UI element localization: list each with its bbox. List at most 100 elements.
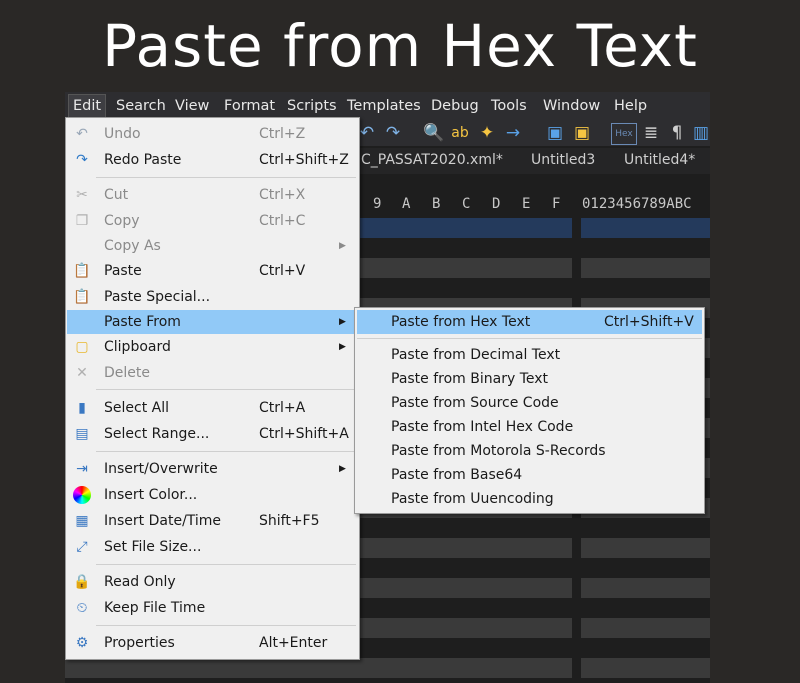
- submenu-arrow-icon: ▶: [339, 241, 346, 251]
- undo-shortcut: Ctrl+Z: [259, 126, 306, 142]
- hex-mode-icon[interactable]: Hex: [611, 123, 637, 145]
- tab-passat[interactable]: C_PASSAT2020.xml*: [361, 152, 503, 168]
- source-code-label: Paste from Source Code: [391, 395, 559, 411]
- replace-icon[interactable]: ab: [450, 123, 470, 143]
- menu-item-clipboard[interactable]: ▢ Clipboard ▶: [67, 335, 358, 359]
- redo-tool-icon[interactable]: ↷: [383, 123, 403, 143]
- menu-item-redo[interactable]: ↷ Redo Paste Ctrl+Shift+Z: [67, 148, 358, 172]
- page-title: Paste from Hex Text: [102, 12, 698, 80]
- menu-edit[interactable]: Edit: [68, 94, 107, 118]
- find-files-icon[interactable]: ✦: [477, 123, 497, 143]
- decimal-text-label: Paste from Decimal Text: [391, 347, 561, 363]
- hex-col-9: 9: [373, 196, 382, 212]
- submenu-item-intel-hex[interactable]: Paste from Intel Hex Code: [357, 415, 702, 439]
- intel-hex-label: Paste from Intel Hex Code: [391, 419, 574, 435]
- select-range-icon: ▤: [75, 426, 89, 442]
- menu-window[interactable]: Window: [539, 95, 604, 117]
- keep-file-time-label: Keep File Time: [104, 600, 206, 616]
- tab-untitled4[interactable]: Untitled4*: [624, 152, 695, 168]
- menu-format[interactable]: Format: [220, 95, 279, 117]
- cut-label: Cut: [104, 187, 129, 203]
- menu-item-paste-special[interactable]: 📋 Paste Special...: [67, 285, 358, 309]
- properties-icon: ⚙: [75, 635, 89, 651]
- clipboard-icon: ▢: [75, 339, 89, 355]
- copy-as-label: Copy As: [104, 238, 161, 254]
- undo-tool-icon[interactable]: ↶: [357, 123, 377, 143]
- clipboard-paste-icon: 📋: [73, 263, 91, 279]
- menu-search[interactable]: Search: [112, 95, 170, 117]
- menu-item-undo[interactable]: ↶ Undo Ctrl+Z: [67, 122, 358, 146]
- submenu-item-decimal-text[interactable]: Paste from Decimal Text: [357, 343, 702, 367]
- hex-col-b: B: [432, 196, 441, 212]
- properties-shortcut: Alt+Enter: [259, 635, 328, 651]
- redo-label: Redo Paste: [104, 152, 182, 168]
- bookmark-next-icon[interactable]: ▣: [572, 123, 592, 143]
- menu-item-cut[interactable]: ✂ Cut Ctrl+X: [67, 183, 358, 207]
- separator: [96, 389, 356, 390]
- redo-shortcut: Ctrl+Shift+Z: [259, 152, 349, 168]
- menu-item-insert-datetime[interactable]: ▦ Insert Date/Time Shift+F5: [67, 509, 358, 533]
- submenu-item-binary-text[interactable]: Paste from Binary Text: [357, 367, 702, 391]
- menu-item-delete[interactable]: ✕ Delete: [67, 361, 358, 385]
- separator: [96, 625, 356, 626]
- insert-datetime-label: Insert Date/Time: [104, 513, 222, 529]
- pilcrow-icon[interactable]: ¶: [667, 123, 687, 143]
- find-icon[interactable]: 🔍: [423, 123, 444, 143]
- menu-item-copy-as[interactable]: Copy As ▶: [67, 234, 358, 258]
- properties-label: Properties: [104, 635, 175, 651]
- tab-untitled3[interactable]: Untitled3: [531, 152, 595, 168]
- delete-label: Delete: [104, 365, 150, 381]
- menu-debug[interactable]: Debug: [427, 95, 483, 117]
- base64-label: Paste from Base64: [391, 467, 523, 483]
- submenu-item-uuencoding[interactable]: Paste from Uuencoding: [357, 487, 702, 511]
- menu-templates[interactable]: Templates: [343, 95, 425, 117]
- undo-icon: ↶: [76, 126, 88, 142]
- paste-label: Paste: [104, 263, 142, 279]
- ascii-header: 0123456789ABC: [582, 196, 692, 212]
- menu-item-insert-color[interactable]: Insert Color...: [67, 483, 358, 507]
- columns-icon[interactable]: ▥: [691, 123, 710, 143]
- menu-item-insert-overwrite[interactable]: ⇥ Insert/Overwrite ▶: [67, 457, 358, 481]
- menu-help[interactable]: Help: [610, 95, 651, 117]
- menu-item-copy[interactable]: ❐ Copy Ctrl+C: [67, 209, 358, 233]
- wrap-icon[interactable]: ≣: [641, 123, 661, 143]
- submenu-item-hex-text[interactable]: Paste from Hex Text Ctrl+Shift+V: [357, 310, 702, 334]
- cut-shortcut: Ctrl+X: [259, 187, 306, 203]
- menu-view[interactable]: View: [171, 95, 213, 117]
- copy-shortcut: Ctrl+C: [259, 213, 306, 229]
- keep-time-icon: ⏲: [76, 600, 88, 616]
- menu-item-keep-file-time[interactable]: ⏲ Keep File Time: [67, 596, 358, 620]
- hex-col-c: C: [462, 196, 471, 212]
- menu-item-paste[interactable]: 📋 Paste Ctrl+V: [67, 259, 358, 283]
- menu-item-read-only[interactable]: 🔒 Read Only: [67, 570, 358, 594]
- separator: [96, 451, 356, 452]
- hex-row[interactable]: [65, 658, 710, 678]
- insert-overwrite-icon: ⇥: [76, 461, 88, 477]
- menu-scripts[interactable]: Scripts: [283, 95, 341, 117]
- menu-item-set-file-size[interactable]: ⤢ Set File Size...: [67, 535, 358, 559]
- lock-icon: 🔒: [73, 574, 91, 590]
- submenu-item-motorola[interactable]: Paste from Motorola S-Records: [357, 439, 702, 463]
- separator: [96, 564, 356, 565]
- menubar: Edit Search View Format Scripts Template…: [65, 92, 710, 118]
- submenu-item-source-code[interactable]: Paste from Source Code: [357, 391, 702, 415]
- menu-tools[interactable]: Tools: [487, 95, 531, 117]
- clipboard-label: Clipboard: [104, 339, 171, 355]
- bookmark-icon[interactable]: ▣: [545, 123, 565, 143]
- paste-from-submenu: Paste from Hex Text Ctrl+Shift+V Paste f…: [354, 307, 705, 514]
- select-range-shortcut: Ctrl+Shift+A: [259, 426, 349, 442]
- redo-icon: ↷: [76, 152, 88, 168]
- paste-special-label: Paste Special...: [104, 289, 211, 305]
- submenu-arrow-icon: ▶: [339, 342, 346, 352]
- read-only-label: Read Only: [104, 574, 176, 590]
- motorola-label: Paste from Motorola S-Records: [391, 443, 606, 459]
- menu-item-select-range[interactable]: ▤ Select Range... Ctrl+Shift+A: [67, 422, 358, 446]
- submenu-item-base64[interactable]: Paste from Base64: [357, 463, 702, 487]
- insert-datetime-shortcut: Shift+F5: [259, 513, 320, 529]
- menu-item-paste-from[interactable]: Paste From ▶: [67, 310, 358, 334]
- goto-icon[interactable]: →: [503, 123, 523, 143]
- menu-item-select-all[interactable]: ▮ Select All Ctrl+A: [67, 396, 358, 420]
- insert-overwrite-label: Insert/Overwrite: [104, 461, 218, 477]
- menu-item-properties[interactable]: ⚙ Properties Alt+Enter: [67, 631, 358, 655]
- submenu-arrow-icon: ▶: [339, 464, 346, 474]
